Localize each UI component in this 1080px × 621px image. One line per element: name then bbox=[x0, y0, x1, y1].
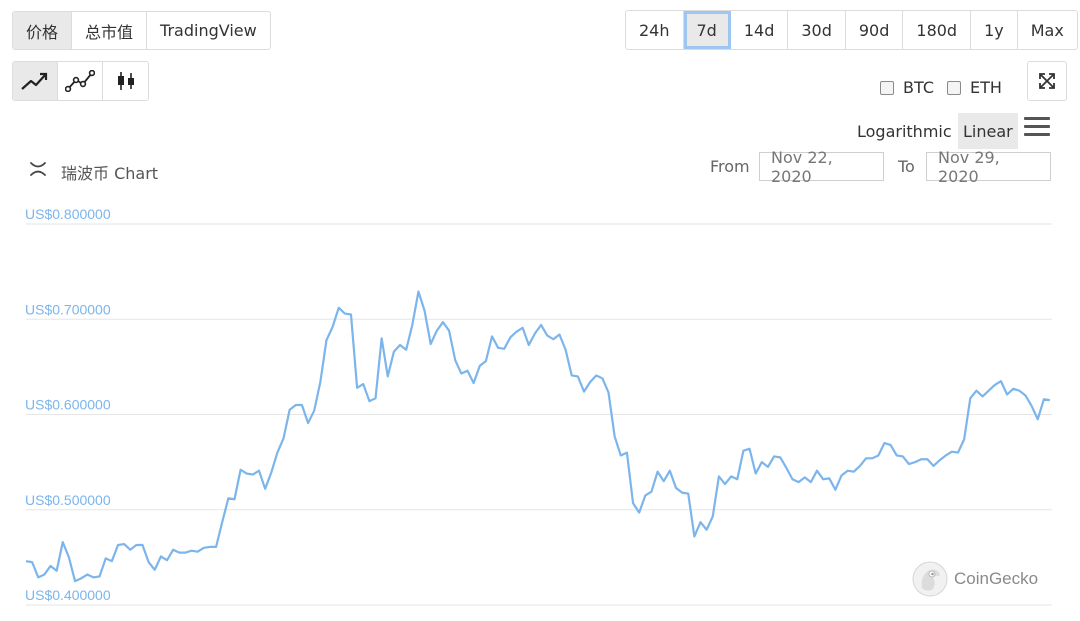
line-chart-button[interactable] bbox=[13, 62, 58, 100]
from-date-input[interactable]: Nov 22, 2020 bbox=[759, 148, 884, 186]
point-line-chart-button[interactable] bbox=[58, 62, 103, 100]
eth-label: ETH bbox=[970, 78, 1002, 97]
range-90d[interactable]: 90d bbox=[846, 11, 904, 49]
range-7d[interactable]: 7d bbox=[683, 11, 731, 49]
compare-eth[interactable]: ETH bbox=[947, 78, 1002, 97]
fullscreen-button[interactable] bbox=[1027, 61, 1067, 101]
watermark-text: CoinGecko bbox=[954, 569, 1039, 588]
range-24h[interactable]: 24h bbox=[626, 11, 684, 49]
coingecko-watermark: CoinGecko bbox=[912, 561, 1038, 597]
from-label: From bbox=[710, 157, 750, 176]
tab-market-cap[interactable]: 总市值 bbox=[72, 12, 148, 49]
range-180d[interactable]: 180d bbox=[903, 11, 972, 49]
btc-checkbox[interactable] bbox=[880, 80, 894, 95]
to-label: To bbox=[898, 157, 915, 176]
y-axis-labels: US$0.400000 US$0.500000 US$0.600000 US$0.70… bbox=[25, 206, 111, 603]
expand-icon bbox=[1039, 73, 1055, 89]
grid-lines bbox=[26, 223, 1052, 606]
tab-price[interactable]: 价格 bbox=[13, 12, 73, 49]
y-tick-label: US$0.500000 bbox=[25, 492, 111, 508]
y-tick-label: US$0.700000 bbox=[25, 301, 111, 317]
chart-title: 瑞波币 Chart bbox=[61, 164, 159, 183]
range-1y[interactable]: 1y bbox=[971, 11, 1018, 49]
y-tick-label: US$0.800000 bbox=[25, 206, 111, 222]
price-chart: US$0.400000 US$0.500000 US$0.600000 US$0.70… bbox=[25, 206, 1052, 606]
eth-checkbox[interactable] bbox=[947, 80, 961, 95]
y-tick-label: US$0.400000 bbox=[25, 587, 111, 603]
y-tick-label: US$0.600000 bbox=[25, 397, 111, 413]
candlestick-icon bbox=[117, 72, 134, 90]
btc-label: BTC bbox=[903, 78, 934, 97]
view-tabs: 价格 总市值 TradingView bbox=[12, 11, 271, 50]
range-max[interactable]: Max bbox=[1018, 11, 1077, 49]
xrp-icon bbox=[30, 162, 46, 176]
line-chart-icon bbox=[21, 72, 48, 90]
chart-type-group bbox=[12, 61, 149, 101]
range-14d[interactable]: 14d bbox=[731, 11, 789, 49]
menu-icon[interactable] bbox=[1024, 117, 1050, 141]
range-selector: 24h 7d 14d 30d 90d 180d 1y Max bbox=[625, 10, 1078, 50]
compare-btc[interactable]: BTC bbox=[880, 78, 934, 97]
range-30d[interactable]: 30d bbox=[788, 11, 846, 49]
scale-linear[interactable]: Linear bbox=[958, 113, 1018, 149]
tab-tradingview[interactable]: TradingView bbox=[147, 12, 270, 49]
candlestick-button[interactable] bbox=[103, 62, 148, 100]
gecko-logo-icon bbox=[912, 561, 948, 597]
scale-logarithmic[interactable]: Logarithmic bbox=[850, 114, 959, 148]
to-date-input[interactable]: Nov 29, 2020 bbox=[926, 148, 1051, 186]
price-line bbox=[25, 290, 1051, 583]
point-line-chart-icon bbox=[65, 70, 95, 92]
